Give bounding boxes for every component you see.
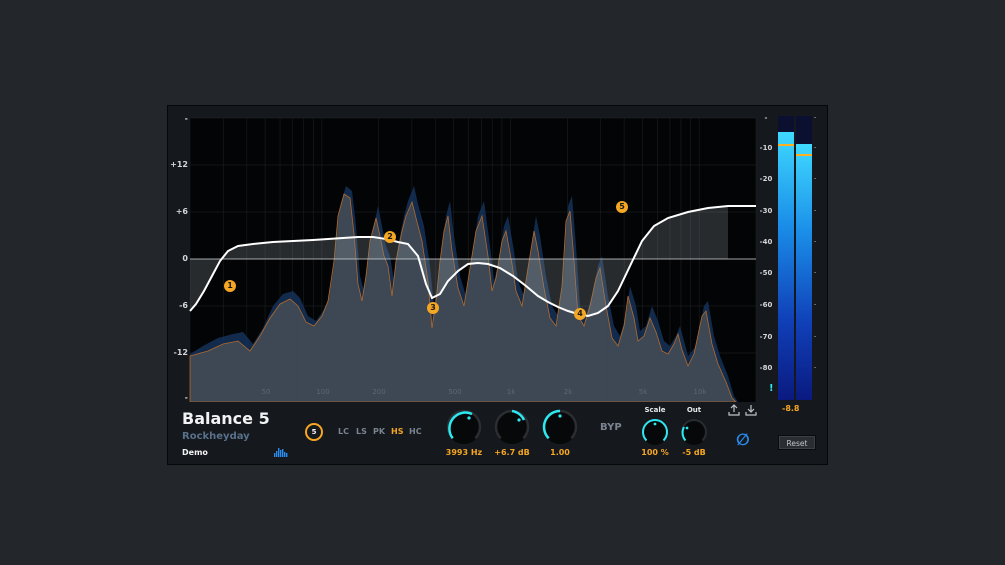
out-knob[interactable] bbox=[681, 419, 707, 445]
db-label: +6 bbox=[175, 207, 188, 216]
scale-value[interactable]: 100 % bbox=[641, 448, 669, 457]
filter-type-lc[interactable]: LC bbox=[338, 427, 349, 436]
plugin-vendor: Rockheyday bbox=[182, 431, 250, 442]
clip-indicator[interactable]: ! bbox=[769, 383, 774, 394]
meter-tick: - bbox=[814, 114, 817, 121]
meter-tick: - bbox=[814, 333, 817, 340]
meter-scale-label: -40 bbox=[759, 238, 773, 246]
meter-scale-label: -30 bbox=[759, 207, 773, 215]
meter-scale-label: -80 bbox=[759, 364, 773, 372]
freq-label: 200 bbox=[372, 388, 386, 396]
filter-type-hc[interactable]: HC bbox=[409, 427, 422, 436]
db-label: 0 bbox=[182, 254, 188, 263]
meter-scale-label: -10 bbox=[759, 144, 773, 152]
meter-scale-label: -50 bbox=[759, 269, 773, 277]
spectrum-analyzer-icon[interactable] bbox=[274, 447, 288, 457]
knob-ring bbox=[542, 409, 578, 440]
freq-label: 500 bbox=[448, 388, 462, 396]
export-icon[interactable] bbox=[728, 404, 740, 416]
meter-channel-right bbox=[796, 116, 812, 400]
freq-label: 5k bbox=[638, 388, 648, 396]
plugin-title: Balance 5 bbox=[182, 409, 270, 428]
meter-scale-label: -20 bbox=[759, 175, 773, 183]
meter-peak-right bbox=[796, 153, 812, 156]
db-label: - bbox=[184, 393, 188, 402]
license-label: Demo bbox=[182, 448, 208, 457]
import-icon[interactable] bbox=[745, 404, 757, 416]
meter-channel-left bbox=[778, 116, 794, 400]
q-knob[interactable] bbox=[542, 409, 578, 444]
filter-type-ls[interactable]: LS bbox=[356, 427, 367, 436]
gain-knob[interactable] bbox=[494, 409, 530, 444]
meter-tick: - bbox=[814, 301, 817, 308]
frequency-value[interactable]: 3993 Hz bbox=[446, 448, 482, 457]
meter-level-left bbox=[778, 131, 794, 400]
knob-ring bbox=[642, 419, 668, 442]
eq-band-handle-1[interactable]: 1 bbox=[224, 280, 236, 292]
filter-type-hs[interactable]: HS bbox=[391, 427, 403, 436]
meter-scale-label: - bbox=[764, 114, 768, 122]
knob-ring bbox=[494, 409, 530, 440]
knob-ring bbox=[681, 419, 707, 442]
knob-ring bbox=[446, 409, 482, 440]
out-value[interactable]: -5 dB bbox=[682, 448, 706, 457]
freq-label: 100 bbox=[316, 388, 330, 396]
eq-graph[interactable] bbox=[168, 106, 768, 402]
meter-peak-left bbox=[778, 144, 794, 147]
eq-band-handle-5[interactable]: 5 bbox=[616, 201, 628, 213]
meter-scale-label: -60 bbox=[759, 301, 773, 309]
reset-button[interactable]: Reset bbox=[778, 435, 816, 450]
meter-tick: - bbox=[814, 207, 817, 214]
meter-scale-label: -70 bbox=[759, 333, 773, 341]
out-title: Out bbox=[686, 406, 702, 414]
scale-title: Scale bbox=[644, 406, 666, 414]
band-selector[interactable]: 5 bbox=[305, 423, 323, 441]
db-label: -12 bbox=[173, 348, 188, 357]
freq-label: 2k bbox=[563, 388, 573, 396]
filter-type-pk[interactable]: PK bbox=[373, 427, 385, 436]
db-label: -6 bbox=[179, 301, 188, 310]
meter-tick: - bbox=[814, 175, 817, 182]
freq-label: 50 bbox=[261, 388, 271, 396]
freq-label: 10k bbox=[693, 388, 707, 396]
db-label: +12 bbox=[170, 160, 188, 169]
output-level-meter: - -10 -20 -30 -40 -50 -60 -70 -80 - - - … bbox=[756, 114, 828, 406]
freq-label: 1k bbox=[506, 388, 516, 396]
meter-tick: - bbox=[814, 238, 817, 245]
eq-band-handle-3[interactable]: 3 bbox=[427, 302, 439, 314]
eq-band-handle-4[interactable]: 4 bbox=[574, 308, 586, 320]
meter-tick: - bbox=[814, 364, 817, 371]
scale-knob[interactable] bbox=[642, 419, 668, 445]
meter-tick: - bbox=[814, 144, 817, 151]
db-label: - bbox=[184, 114, 188, 123]
frequency-knob[interactable] bbox=[446, 409, 482, 444]
meter-level-right bbox=[796, 143, 812, 400]
gain-value[interactable]: +6.7 dB bbox=[494, 448, 529, 457]
phase-invert-icon[interactable]: ∅ bbox=[736, 430, 750, 449]
meter-tick: - bbox=[814, 269, 817, 276]
bypass-button[interactable]: BYP bbox=[600, 422, 622, 433]
q-value[interactable]: 1.00 bbox=[550, 448, 570, 457]
balance5-plugin-window: - +12 +6 0 -6 -12 - 50 100 200 500 1k 2k… bbox=[167, 105, 828, 465]
eq-display[interactable]: - +12 +6 0 -6 -12 - 50 100 200 500 1k 2k… bbox=[168, 106, 768, 402]
meter-readout[interactable]: -8.8 bbox=[782, 404, 800, 413]
eq-band-handle-2[interactable]: 2 bbox=[384, 231, 396, 243]
